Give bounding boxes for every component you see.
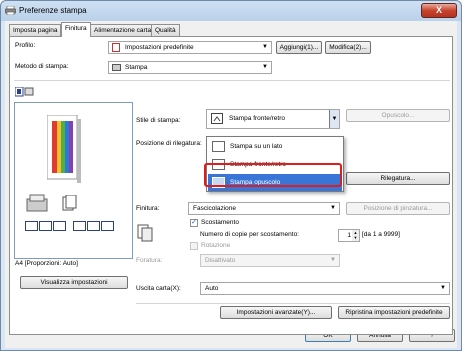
rotate-label: Rotazione (201, 242, 231, 249)
preview-toggle-icon[interactable] (15, 87, 35, 97)
dialog-client: Imposta pagina Finitura Alimentazione ca… (5, 21, 457, 348)
print-style-value: Stampa fronte/retro (229, 115, 285, 122)
advanced-settings-button[interactable]: Impostazioni avanzate(Y)... (220, 306, 332, 319)
option-label: Stampa su un lato (230, 143, 283, 150)
finishing-label: Finitura: (136, 205, 160, 212)
chevron-down-icon: ▼ (262, 64, 268, 70)
copies-per-offset-spinner[interactable]: 1 ▲ ▼ (338, 229, 360, 242)
spinner-arrows-icon[interactable]: ▲ ▼ (352, 230, 359, 241)
layout-option-6-icon[interactable] (101, 221, 114, 231)
window-title: Preferenze stampa (19, 6, 87, 15)
finishing-panel: Profilo: Impostazioni predefinite ▼ Aggi… (9, 36, 453, 335)
printer-icon (5, 6, 16, 15)
highlight-callout (204, 163, 342, 187)
output-select[interactable]: Auto ▼ (200, 282, 450, 295)
restore-defaults-button[interactable]: Ripristina impostazioni predefinite (338, 306, 450, 319)
print-method-value: Stampa (125, 64, 148, 71)
copies-icon (62, 195, 77, 211)
offset-stack-icon (137, 224, 153, 242)
document-preview-icon (47, 115, 81, 183)
divider (136, 303, 450, 304)
output-value: Auto (205, 285, 219, 292)
print-style-label: Stile di stampa: (136, 117, 181, 124)
finishing-value: Fascicolazione (193, 205, 236, 212)
staple-position-button[interactable]: Posizione di pinzatura... (346, 202, 450, 215)
printer-icon (112, 64, 121, 71)
profile-label: Profilo: (15, 42, 36, 49)
layout-option-5-icon[interactable] (87, 221, 100, 231)
preview-pane (14, 102, 133, 259)
finishing-select[interactable]: Fascicolazione ▼ (188, 202, 340, 215)
edit-profile-button[interactable]: Modifica(2)... (325, 41, 371, 54)
binding-button[interactable]: Rilegatura... (346, 172, 450, 185)
layout-option-2-icon[interactable] (39, 221, 52, 231)
title-bar[interactable]: Preferenze stampa X (1, 1, 461, 21)
booklet-button[interactable]: Opuscolo... (346, 109, 450, 122)
tab-alimentazione-carta[interactable]: Alimentazione carta (90, 24, 156, 36)
print-preferences-window: Preferenze stampa X Imposta pagina Finit… (0, 0, 462, 351)
tab-imposta-pagina[interactable]: Imposta pagina (9, 24, 62, 36)
close-button[interactable]: X (421, 3, 457, 18)
output-label: Uscita carta(X): (136, 285, 181, 292)
print-method-label: Metodo di stampa: (15, 63, 69, 70)
option-single-sided[interactable]: Stampa su un lato (208, 138, 342, 155)
rotate-checkbox[interactable] (190, 242, 198, 250)
single-sided-icon (212, 141, 225, 152)
chevron-down-icon: ▼ (440, 285, 446, 291)
print-method-select[interactable]: Stampa ▼ (108, 61, 272, 74)
punch-value: Disattivato (205, 257, 236, 264)
add-profile-button[interactable]: Aggiungi(1)... (276, 41, 322, 54)
layout-option-3-icon[interactable] (53, 221, 66, 231)
layout-option-4-icon[interactable] (73, 221, 86, 231)
punch-label: Foratura: (136, 257, 163, 264)
divider (14, 80, 450, 81)
duplex-icon (211, 113, 223, 124)
view-settings-button[interactable]: Visualizza impostazioni (20, 276, 128, 289)
profile-value: Impostazioni predefinite (125, 44, 194, 51)
tab-qualita[interactable]: Qualità (151, 24, 180, 36)
paper-size-label: A4 [Proporzioni: Auto] (15, 260, 78, 267)
copies-range-label: [da 1 a 9999] (362, 231, 400, 238)
offset-label: Scostamento (201, 219, 239, 226)
copies-value: 1 (347, 232, 351, 239)
chevron-down-icon[interactable]: ▼ (329, 110, 339, 128)
print-style-select[interactable]: Stampa fronte/retro ▼ (206, 109, 340, 129)
punch-select[interactable]: Disattivato ▼ (200, 254, 340, 267)
binding-label: Posizione di rilegatura: (136, 140, 202, 147)
chevron-down-icon: ▼ (330, 257, 336, 263)
offset-checkbox[interactable]: ✓ (190, 219, 198, 227)
copies-per-offset-label: Numero di copie per scostamento: (200, 231, 299, 238)
tab-finitura[interactable]: Finitura (61, 22, 91, 37)
stapler-icon (26, 194, 48, 212)
profile-select[interactable]: Impostazioni predefinite ▼ (108, 41, 272, 54)
chevron-down-icon: ▼ (330, 205, 336, 211)
layout-option-1-icon[interactable] (25, 221, 38, 231)
profile-icon (112, 43, 120, 52)
chevron-down-icon: ▼ (262, 44, 268, 50)
